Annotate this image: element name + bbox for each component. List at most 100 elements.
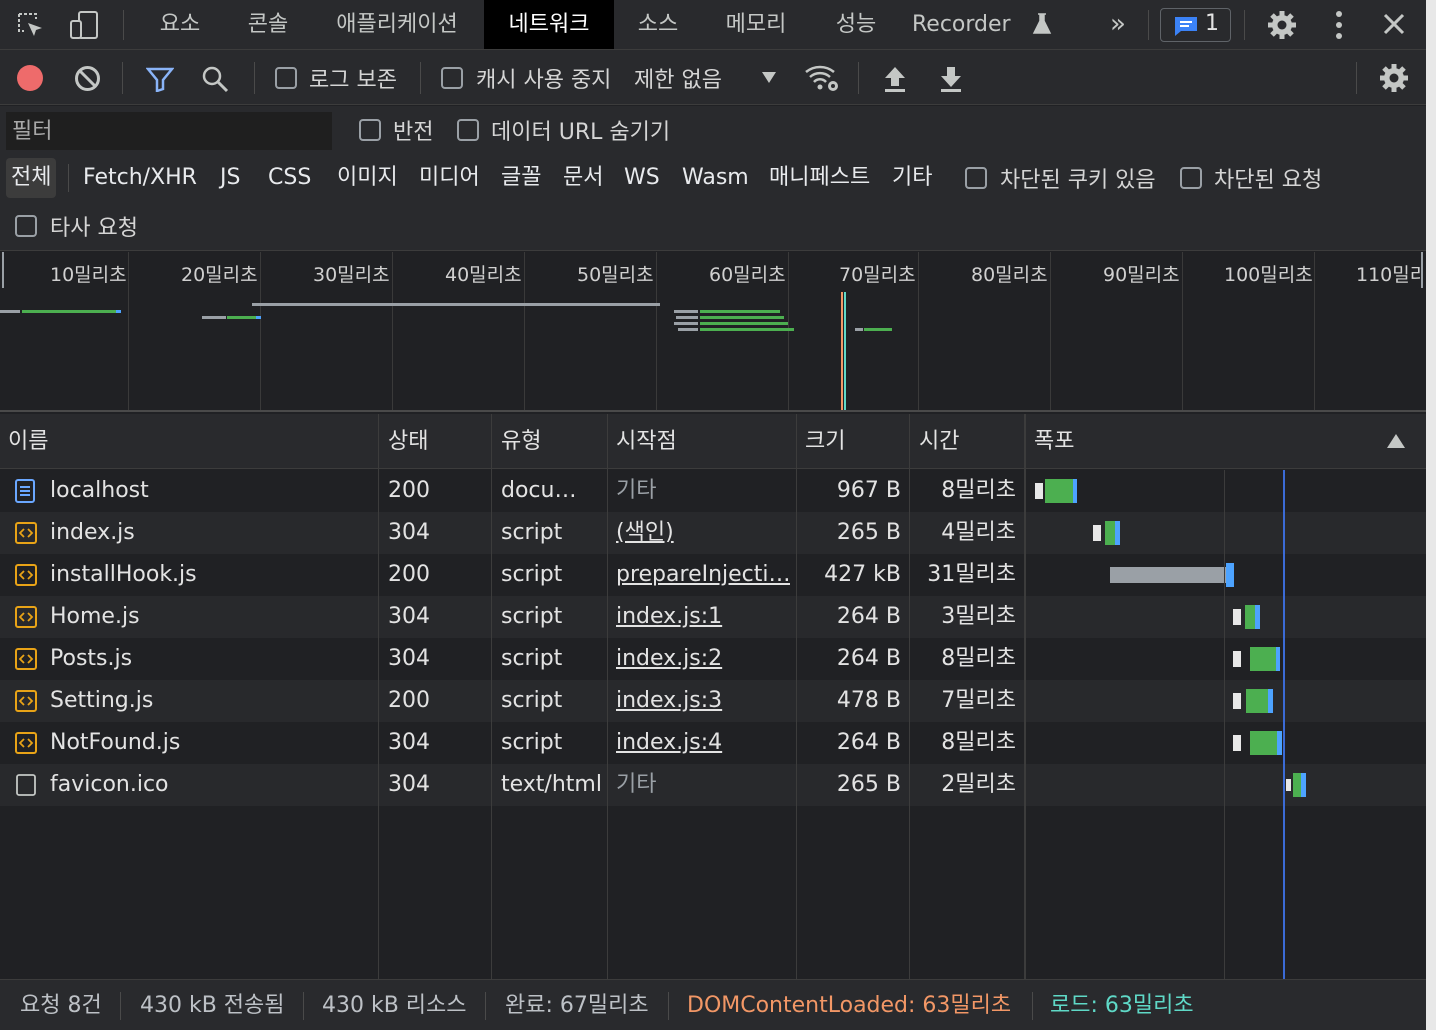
hide-data-urls-checkbox[interactable]	[457, 119, 479, 141]
throttling-select[interactable]: 제한 없음	[634, 58, 784, 98]
clear-icon[interactable]	[74, 65, 101, 92]
type-filter-other[interactable]: 기타	[892, 158, 932, 198]
request-name: index.js	[50, 520, 135, 545]
table-row[interactable]: Setting.js 200 script index.js:3 478 B 7…	[0, 680, 1426, 722]
request-status: 304	[388, 646, 430, 671]
type-filter-media[interactable]: 미디어	[419, 158, 480, 198]
table-row[interactable]: Home.js 304 script index.js:1 264 B 3밀리초	[0, 596, 1426, 638]
request-initiator-link[interactable]: index.js:3	[616, 680, 790, 722]
column-divider[interactable]	[1024, 414, 1026, 979]
filter-funnel-icon[interactable]	[146, 66, 174, 92]
request-time: 2밀리초	[941, 772, 1016, 797]
network-overview-timeline[interactable]: 10밀리초 20밀리초 30밀리초 40밀리초 50밀리초 60밀리초 70밀리…	[0, 252, 1426, 412]
column-header-type[interactable]: 유형	[501, 414, 541, 469]
toolbar-divider	[858, 62, 859, 94]
overview-tick-label: 30밀리초	[313, 264, 390, 286]
waterfall-download-bar	[1073, 479, 1077, 503]
request-initiator-link[interactable]: (색인)	[616, 512, 790, 554]
overview-tick-label: 100밀리초	[1224, 264, 1313, 286]
overview-tick-label: 70밀리초	[839, 264, 916, 286]
settings-gear-icon[interactable]	[1266, 9, 1298, 41]
overview-bar	[676, 316, 698, 319]
device-toolbar-icon[interactable]	[68, 9, 100, 41]
column-divider[interactable]	[796, 414, 797, 979]
blocked-requests-label: 차단된 요청	[1214, 168, 1323, 193]
column-header-name[interactable]: 이름	[8, 414, 48, 469]
tab-application[interactable]: 애플리케이션	[322, 0, 472, 49]
type-filter-all[interactable]: 전체	[6, 158, 57, 198]
blocked-cookies-checkbox[interactable]	[965, 167, 987, 189]
overview-bar	[0, 310, 20, 313]
column-divider[interactable]	[607, 414, 608, 979]
request-initiator-link[interactable]: index.js:4	[616, 722, 790, 764]
overview-gridline	[656, 252, 657, 410]
column-divider[interactable]	[909, 414, 910, 979]
waterfall-queue-bar	[1233, 735, 1241, 751]
table-row[interactable]: Posts.js 304 script index.js:2 264 B 8밀리…	[0, 638, 1426, 680]
overview-selection-handle-right[interactable]	[1421, 252, 1423, 288]
type-filter-wasm[interactable]: Wasm	[682, 158, 749, 198]
tab-performance[interactable]: 성능	[822, 0, 890, 49]
sort-ascending-icon[interactable]	[1387, 434, 1405, 448]
table-row[interactable]: localhost 200 docu… 기타 967 B 8밀리초	[0, 470, 1426, 512]
blocked-requests-checkbox[interactable]	[1180, 167, 1202, 189]
table-row[interactable]: NotFound.js 304 script index.js:4 264 B …	[0, 722, 1426, 764]
column-header-status[interactable]: 상태	[388, 414, 428, 469]
toolbar-divider	[122, 62, 123, 94]
import-har-upload-icon[interactable]	[883, 65, 907, 93]
tab-console[interactable]: 콘솔	[234, 0, 302, 49]
request-initiator-link[interactable]: index.js:2	[616, 638, 790, 680]
message-icon	[1173, 15, 1199, 37]
column-divider[interactable]	[491, 414, 492, 979]
request-initiator-link[interactable]: prepareInjecti…	[616, 554, 790, 596]
export-har-download-icon[interactable]	[939, 65, 963, 93]
more-tabs-button[interactable]: »	[1100, 0, 1136, 49]
waterfall-download-bar	[1277, 731, 1282, 755]
column-header-initiator[interactable]: 시작점	[616, 414, 677, 469]
waterfall-waiting-bar	[1105, 521, 1115, 545]
overview-bar	[678, 328, 698, 331]
overview-bar	[256, 316, 261, 319]
more-options-vertical-icon[interactable]	[1334, 10, 1344, 40]
record-icon[interactable]	[16, 64, 44, 92]
type-filter-doc[interactable]: 문서	[563, 158, 603, 198]
type-filter-font[interactable]: 글꼴	[501, 158, 541, 198]
column-header-time[interactable]: 시간	[919, 414, 959, 469]
column-divider[interactable]	[378, 414, 379, 979]
column-header-waterfall[interactable]: 폭포	[1034, 414, 1074, 469]
overview-tick-label: 50밀리초	[577, 264, 654, 286]
column-header-size[interactable]: 크기	[805, 414, 845, 469]
type-filter-image[interactable]: 이미지	[337, 158, 398, 198]
search-icon[interactable]	[201, 65, 229, 93]
table-row[interactable]: installHook.js 200 script prepareInjecti…	[0, 554, 1426, 596]
type-filter-fetch-xhr[interactable]: Fetch/XHR	[83, 158, 197, 198]
tab-memory[interactable]: 메모리	[712, 0, 800, 49]
table-row[interactable]: favicon.ico 304 text/html 기타 265 B 2밀리초	[0, 764, 1426, 806]
tab-sources[interactable]: 소스	[624, 0, 692, 49]
type-filter-js[interactable]: JS	[220, 158, 240, 198]
preserve-log-checkbox[interactable]	[275, 67, 297, 89]
overview-gridline	[524, 252, 525, 410]
tab-network[interactable]: 네트워크	[484, 0, 614, 49]
overview-gridline	[918, 252, 919, 410]
third-party-checkbox[interactable]	[15, 215, 37, 237]
table-row[interactable]: index.js 304 script (색인) 265 B 4밀리초	[0, 512, 1426, 554]
tab-recorder[interactable]: Recorder	[912, 0, 1034, 49]
disable-cache-checkbox[interactable]	[441, 67, 463, 89]
request-initiator-link[interactable]: index.js:1	[616, 596, 790, 638]
overview-selection-handle-left[interactable]	[2, 252, 4, 288]
waterfall-waiting-bar	[1293, 773, 1301, 797]
close-icon[interactable]	[1383, 13, 1405, 35]
hide-data-urls-label: 데이터 URL 숨기기	[491, 120, 671, 145]
request-type: docu…	[501, 478, 577, 503]
inspect-element-icon[interactable]	[16, 11, 46, 41]
type-filter-css[interactable]: CSS	[268, 158, 311, 198]
filter-input[interactable]	[6, 112, 332, 150]
invert-checkbox[interactable]	[359, 119, 381, 141]
tab-elements[interactable]: 요소	[146, 0, 214, 49]
issues-counter-button[interactable]: 1	[1160, 8, 1231, 42]
network-settings-gear-icon[interactable]	[1378, 62, 1410, 94]
network-conditions-wifi-icon[interactable]	[804, 62, 840, 92]
type-filter-ws[interactable]: WS	[624, 158, 660, 198]
type-filter-manifest[interactable]: 매니페스트	[769, 158, 870, 198]
